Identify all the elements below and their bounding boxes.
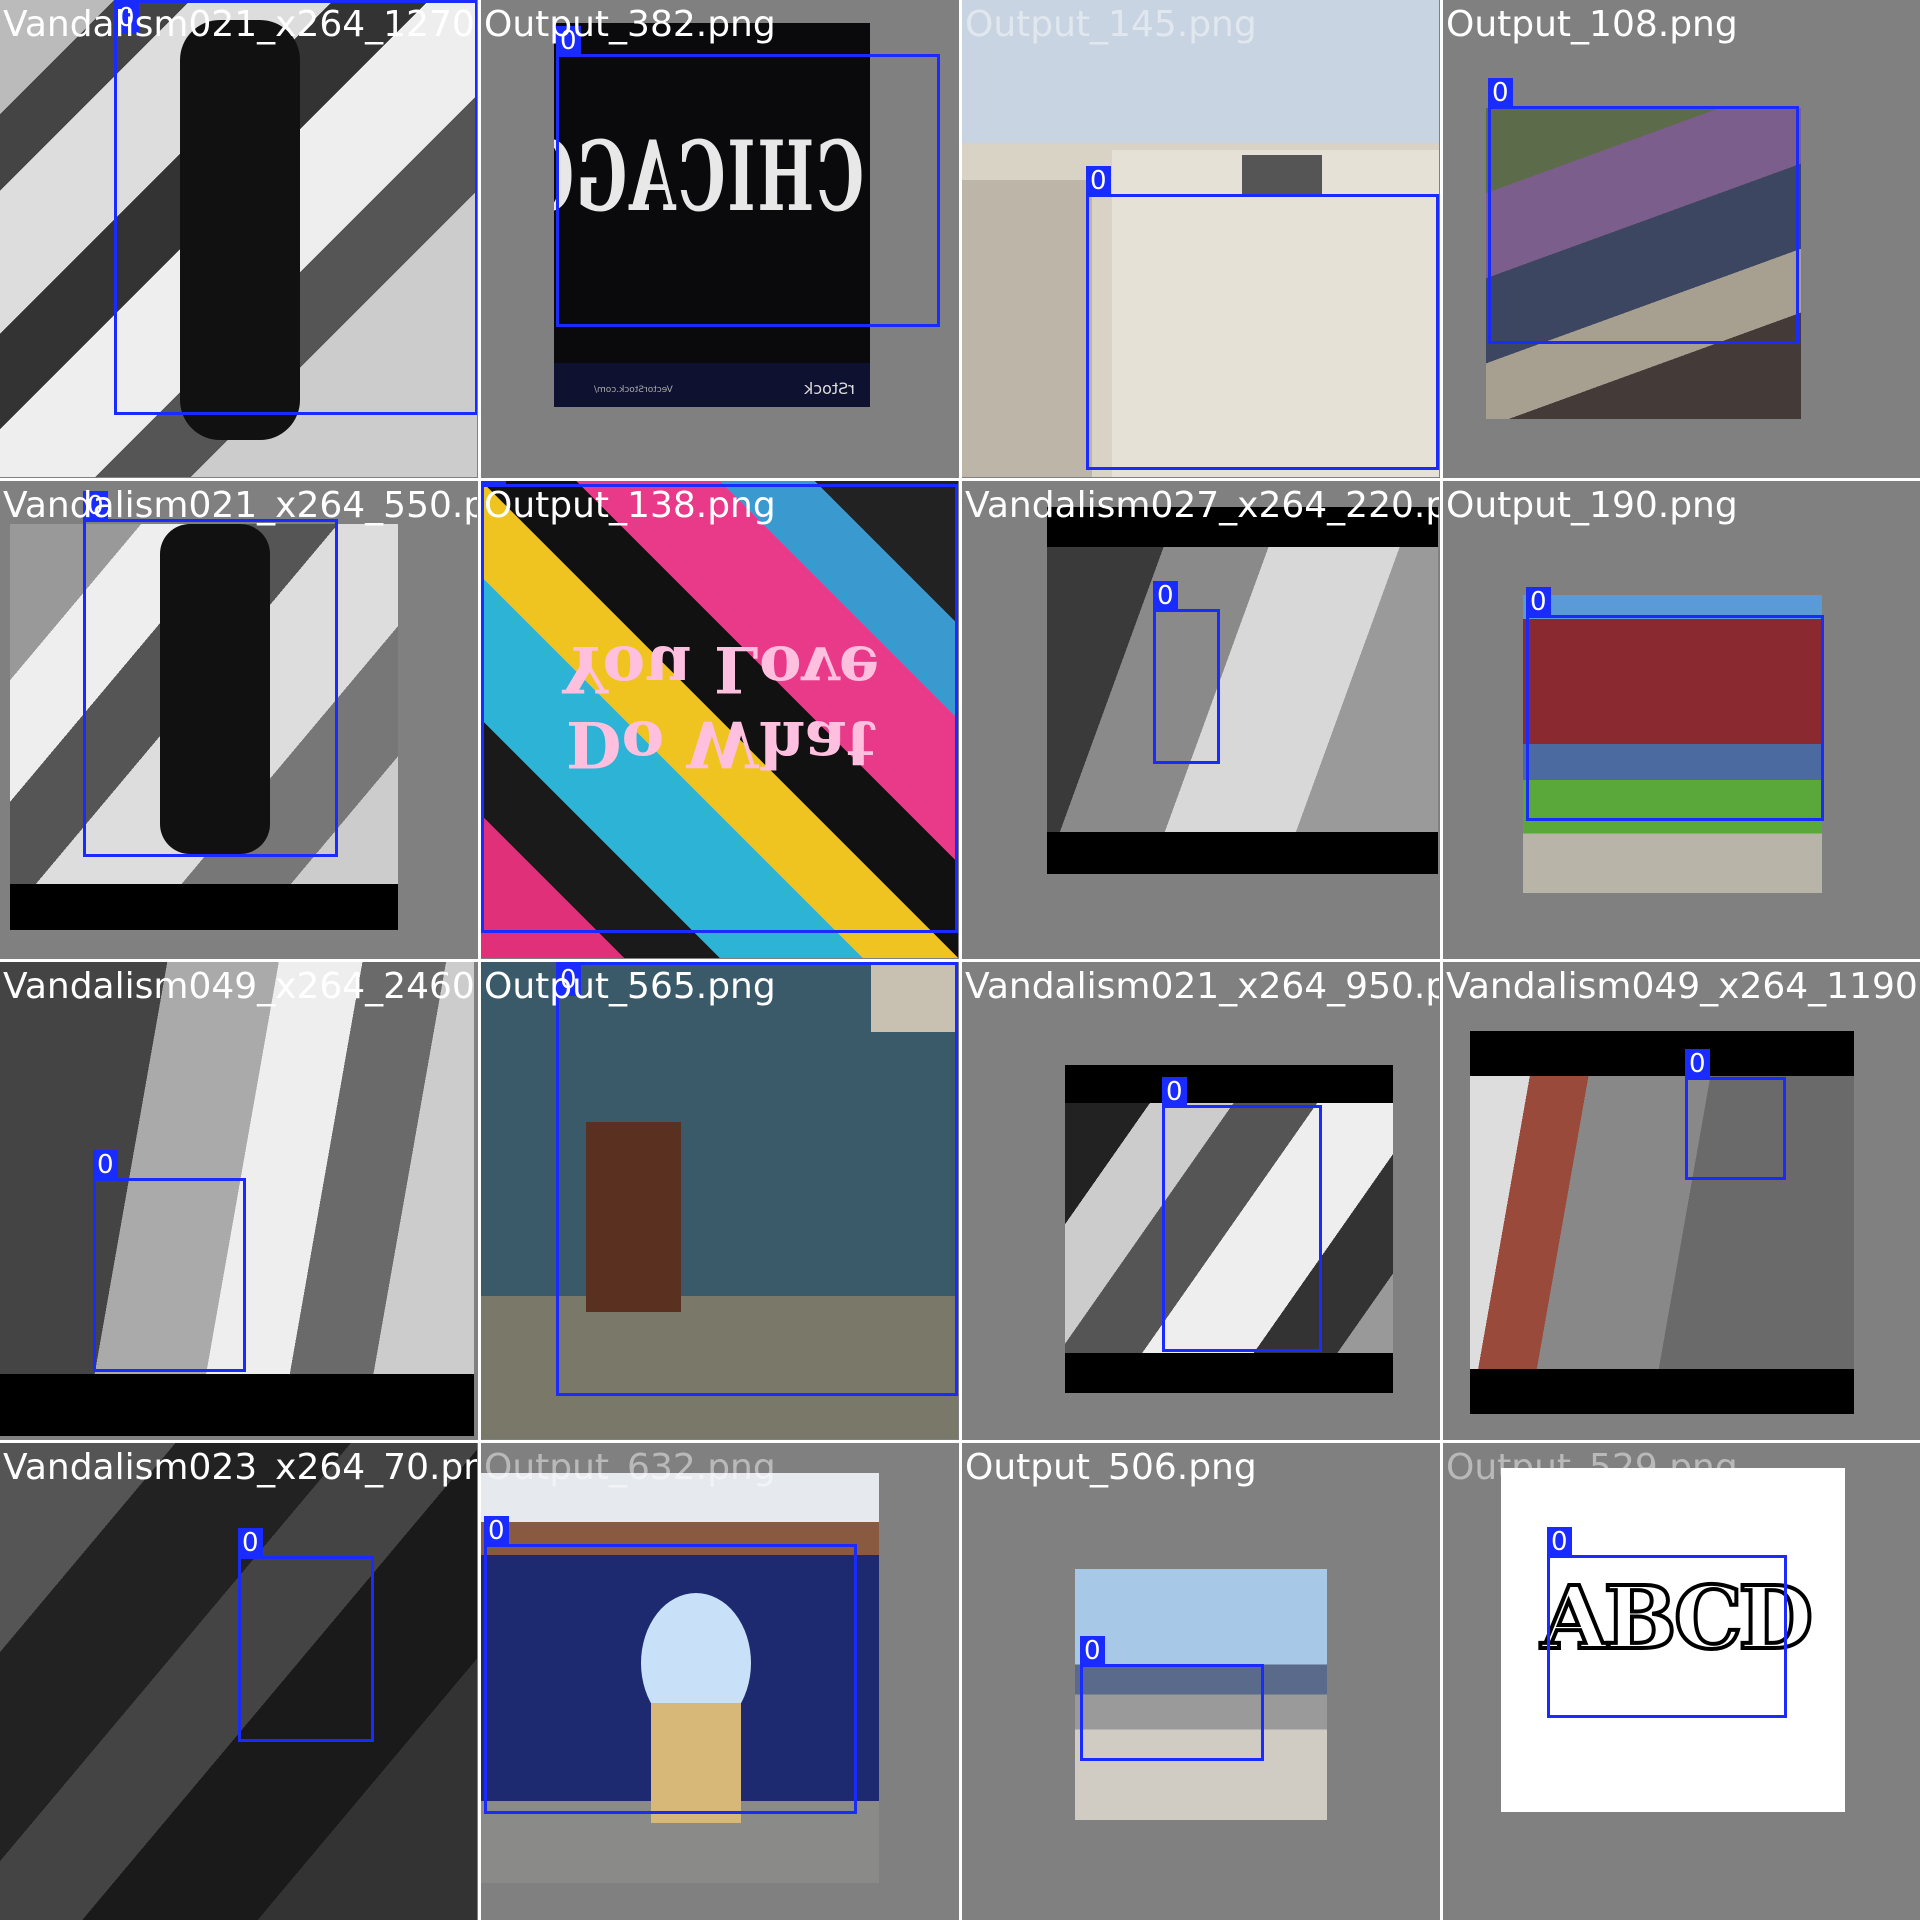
tile-output-108: 0 Output_108.png (1443, 0, 1920, 477)
filename-label: Vandalism021_x264_550.png (3, 485, 477, 526)
tile-output-506: 0 Output_506.png (962, 1443, 1439, 1920)
class-label: 0 (1526, 587, 1551, 618)
filename-label: Output_138.png (484, 485, 776, 526)
filename-label: Output_506.png (965, 1447, 1257, 1488)
cctv-frame-image (1470, 1031, 1854, 1414)
stock-text: rStock (804, 379, 855, 398)
tile-vandalism049-1190: 0 Vandalism049_x264_1190.png (1443, 962, 1920, 1439)
detection-box: 0 (1162, 1077, 1322, 1352)
detection-box: 0 (481, 481, 958, 933)
class-label: 0 (1685, 1049, 1710, 1080)
class-label: 0 (238, 1528, 263, 1559)
class-label: 0 (1086, 166, 1111, 197)
detection-box: 0 (1080, 1636, 1264, 1761)
class-label: 0 (484, 1516, 509, 1547)
detection-box: 0 (114, 0, 477, 415)
filename-label: Output_632.png (484, 1447, 776, 1488)
filename-label: Vandalism027_x264_220.png (965, 485, 1439, 526)
detection-box: 0 (1488, 78, 1799, 344)
tile-output-632: 0 Output_632.png (481, 1443, 958, 1920)
class-label: 0 (1162, 1077, 1187, 1108)
class-label: 0 (1488, 78, 1513, 109)
tile-vandalism021-950: 0 Vandalism021_x264_950.png (962, 962, 1439, 1439)
detection-box: 0 (1526, 587, 1824, 821)
tile-output-190: 0 Output_190.png (1443, 481, 1920, 958)
tile-vandalism021-550: 0 Vandalism021_x264_550.png (0, 481, 477, 958)
grid-divider (0, 478, 1920, 481)
grid-divider (0, 1440, 1920, 1443)
detection-box: 0 (1685, 1049, 1786, 1180)
detection-box: 0 (83, 491, 338, 857)
detection-box: 0 (556, 26, 940, 327)
filename-label: Vandalism023_x264_70.png (3, 1447, 477, 1488)
tile-vandalism021-1270: 0 Vandalism021_x264_1270.png (0, 0, 477, 477)
tile-vandalism023-70: 0 Vandalism023_x264_70.png (0, 1443, 477, 1920)
tile-vandalism027-220: 0 Vandalism027_x264_220.png (962, 481, 1439, 958)
filename-label: Output_382.png (484, 4, 776, 45)
class-label: 0 (1080, 1636, 1105, 1667)
class-label: 0 (93, 1150, 118, 1181)
filename-label: Output_190.png (1446, 485, 1738, 526)
watermark-text: VectorStock.com/ (594, 385, 673, 395)
detection-box: 0 (556, 962, 958, 1396)
detection-box: 0 (1547, 1527, 1787, 1718)
tile-output-529: ABCD 0 Output_529.png (1443, 1443, 1920, 1920)
tile-output-382: CHICAGO VectorStock.com/ rStock 0 Output… (481, 0, 958, 477)
class-label: 0 (1153, 581, 1178, 612)
class-label: 0 (1547, 1527, 1572, 1558)
tile-output-145: 0 Output_145.png (962, 0, 1439, 477)
grid-divider (0, 959, 1920, 962)
filename-label: Output_145.png (965, 4, 1257, 45)
filename-label: Vandalism021_x264_1270.png (3, 4, 477, 45)
detection-box: 0 (93, 1150, 246, 1372)
tile-output-565: 0 Output_565.png (481, 962, 958, 1439)
filename-label: Vandalism049_x264_2460.png (3, 966, 477, 1007)
filename-label: Vandalism049_x264_1190.png (1446, 966, 1920, 1007)
tile-output-138: Do What You Love 0 Output_138.png (481, 481, 958, 958)
filename-label: Output_108.png (1446, 4, 1738, 45)
detection-box: 0 (484, 1516, 857, 1814)
detection-box: 0 (238, 1528, 374, 1742)
filename-label: Output_529.png (1446, 1447, 1738, 1488)
detection-box: 0 (1153, 581, 1220, 764)
tile-vandalism049-2460: 0 Vandalism049_x264_2460.png (0, 962, 477, 1439)
detection-box: 0 (1086, 166, 1439, 470)
filename-label: Vandalism021_x264_950.png (965, 966, 1439, 1007)
filename-label: Output_565.png (484, 966, 776, 1007)
cctv-frame-image (1047, 507, 1438, 874)
